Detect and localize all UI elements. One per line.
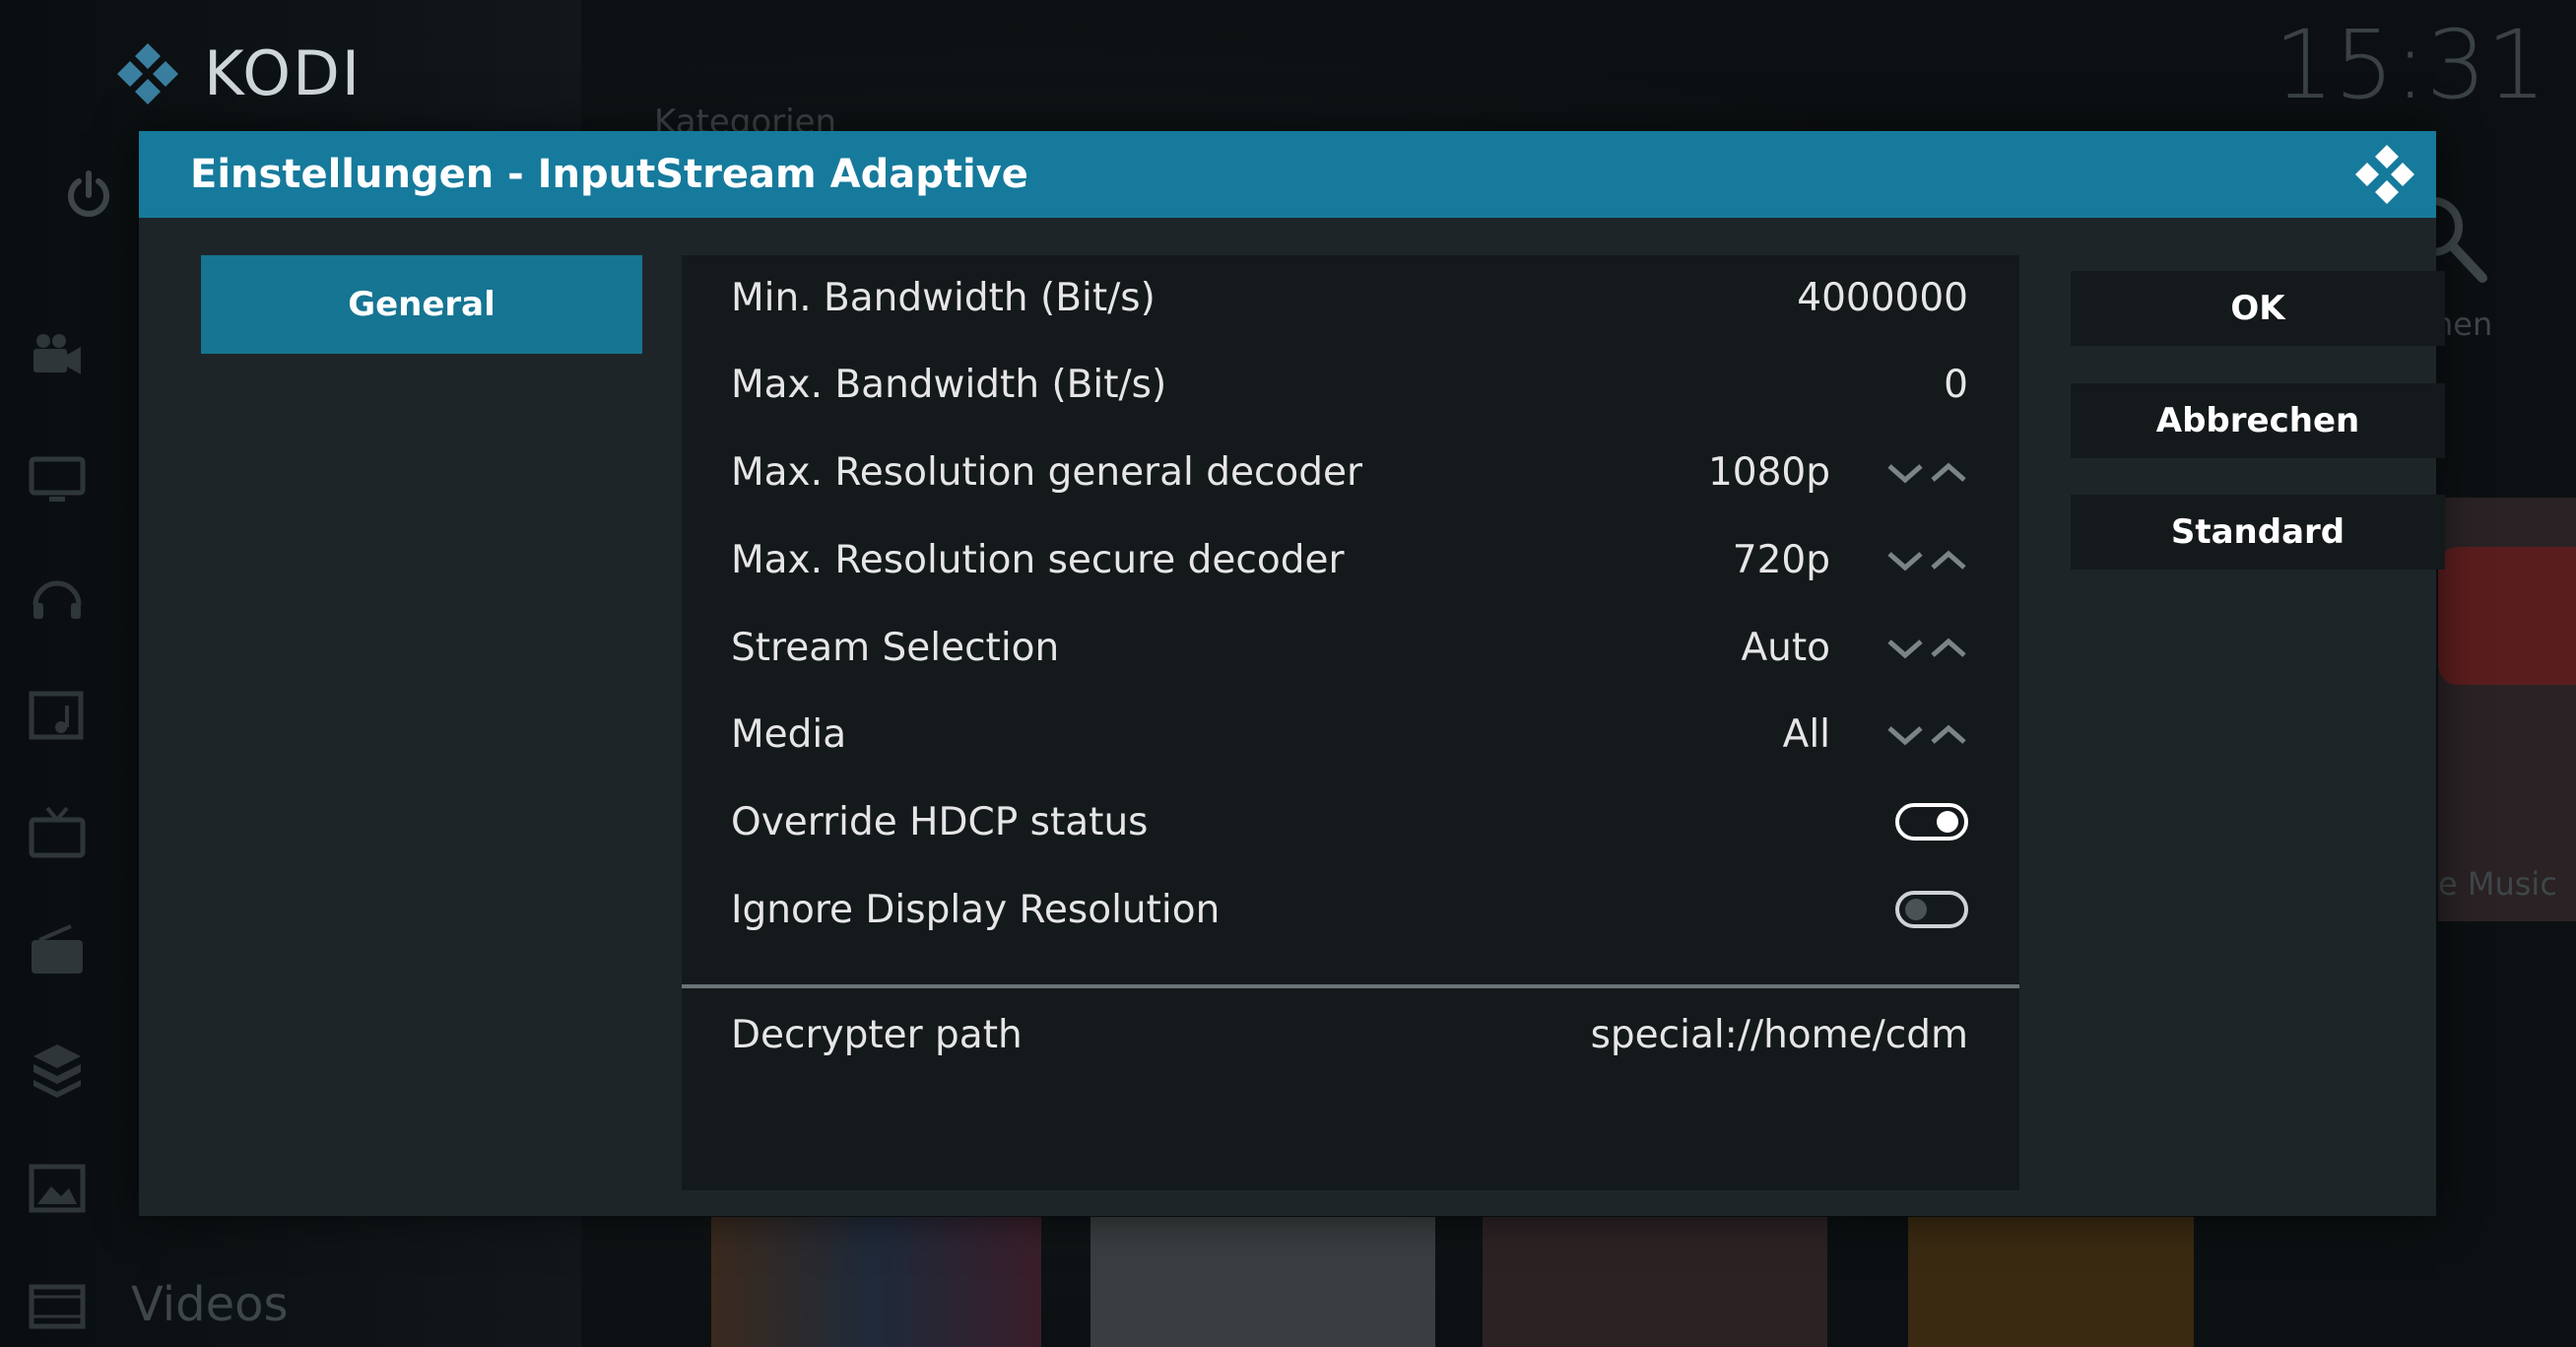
settings-separator — [682, 984, 2019, 988]
dialog-header: Einstellungen - InputStream Adaptive — [139, 131, 2436, 218]
value-spinner — [1885, 629, 1968, 668]
chevron-down-icon[interactable] — [1885, 453, 1925, 493]
chevron-down-icon[interactable] — [1885, 715, 1925, 755]
kodi-logo-icon — [2355, 145, 2414, 204]
setting-ignore-display-resolution[interactable]: Ignore Display Resolution — [682, 867, 2019, 954]
youtube-music-tile-bottom[interactable] — [1483, 1217, 1827, 1347]
setting-max-bandwidth[interactable]: Max. Bandwidth (Bit/s) 0 — [682, 342, 2019, 429]
setting-value: 4000000 — [1797, 276, 1968, 320]
setting-stream-selection[interactable]: Stream Selection Auto — [682, 605, 2019, 692]
setting-max-resolution-secure[interactable]: Max. Resolution secure decoder 720p — [682, 517, 2019, 604]
chevron-down-icon[interactable] — [1885, 541, 1925, 580]
value-spinner — [1885, 715, 1968, 755]
setting-value: 720p — [1732, 538, 1830, 582]
setting-value: 0 — [1944, 363, 1968, 407]
setting-label: Min. Bandwidth (Bit/s) — [731, 276, 1156, 320]
ok-button[interactable]: OK — [2071, 271, 2445, 346]
kodi-logo: KODI — [113, 37, 362, 109]
setting-label: Max. Resolution secure decoder — [731, 538, 1345, 582]
music-videos-icon[interactable] — [28, 686, 87, 745]
chevron-up-icon[interactable] — [1929, 541, 1968, 580]
youtube-logo-shape — [2438, 547, 2576, 685]
setting-label: Max. Resolution general decoder — [731, 450, 1363, 495]
tv-icon[interactable] — [28, 804, 87, 863]
setting-value: All — [1782, 712, 1830, 757]
addons-icon[interactable] — [28, 1041, 87, 1100]
cancel-button[interactable]: Abbrechen — [2071, 383, 2445, 458]
prime-music-tile[interactable] — [1090, 1217, 1435, 1347]
clock: 15:31 — [2274, 10, 2546, 120]
value-spinner — [1885, 453, 1968, 493]
radio-icon[interactable] — [28, 922, 87, 981]
kodi-logo-icon — [117, 42, 178, 104]
setting-max-resolution-general[interactable]: Max. Resolution general decoder 1080p — [682, 430, 2019, 516]
setting-label: Max. Bandwidth (Bit/s) — [731, 363, 1167, 407]
setting-decrypter-path[interactable]: Decrypter path special://home/cdm — [682, 992, 2019, 1079]
chevron-down-icon[interactable] — [1885, 629, 1925, 668]
setting-value: 1080p — [1707, 450, 1830, 495]
music-icon[interactable] — [28, 568, 87, 627]
setting-value: special://home/cdm — [1590, 1013, 1968, 1057]
addon-tile-1[interactable] — [711, 1217, 1041, 1347]
chevron-up-icon[interactable] — [1929, 629, 1968, 668]
app-name: KODI — [204, 37, 363, 109]
setting-label: Ignore Display Resolution — [731, 888, 1221, 932]
power-icon[interactable] — [61, 168, 116, 223]
movies-icon[interactable] — [28, 327, 87, 386]
settings-dialog: Einstellungen - InputStream Adaptive Gen… — [139, 131, 2445, 1216]
kodi-screen: KODI 15:31 Videos Kategorien hen e Music — [0, 0, 2576, 1347]
setting-label: Stream Selection — [731, 626, 1060, 670]
setting-label: Override HDCP status — [731, 800, 1149, 844]
youtube-music-tile[interactable] — [2438, 498, 2576, 921]
settings-list: Min. Bandwidth (Bit/s) 4000000 Max. Band… — [682, 255, 2019, 1190]
value-spinner — [1885, 541, 1968, 580]
videos-icon[interactable] — [28, 1277, 87, 1336]
setting-label: Media — [731, 712, 847, 757]
dialog-title: Einstellungen - InputStream Adaptive — [190, 152, 1028, 197]
addon-tile-4[interactable] — [1908, 1217, 2194, 1347]
toggle-switch-off[interactable] — [1895, 891, 1968, 928]
setting-min-bandwidth[interactable]: Min. Bandwidth (Bit/s) 4000000 — [682, 255, 2019, 342]
category-general[interactable]: General — [201, 255, 642, 354]
chevron-up-icon[interactable] — [1929, 453, 1968, 493]
nav-label-videos[interactable]: Videos — [131, 1277, 289, 1332]
setting-label: Decrypter path — [731, 1013, 1023, 1057]
toggle-switch-on[interactable] — [1895, 803, 1968, 841]
default-button[interactable]: Standard — [2071, 495, 2445, 570]
tv-shows-icon[interactable] — [28, 449, 87, 508]
chevron-up-icon[interactable] — [1929, 715, 1968, 755]
pictures-icon[interactable] — [28, 1159, 87, 1218]
setting-override-hdcp[interactable]: Override HDCP status — [682, 779, 2019, 866]
youtube-music-label: e Music — [2438, 865, 2557, 903]
setting-media[interactable]: Media All — [682, 692, 2019, 778]
setting-value: Auto — [1741, 626, 1830, 670]
